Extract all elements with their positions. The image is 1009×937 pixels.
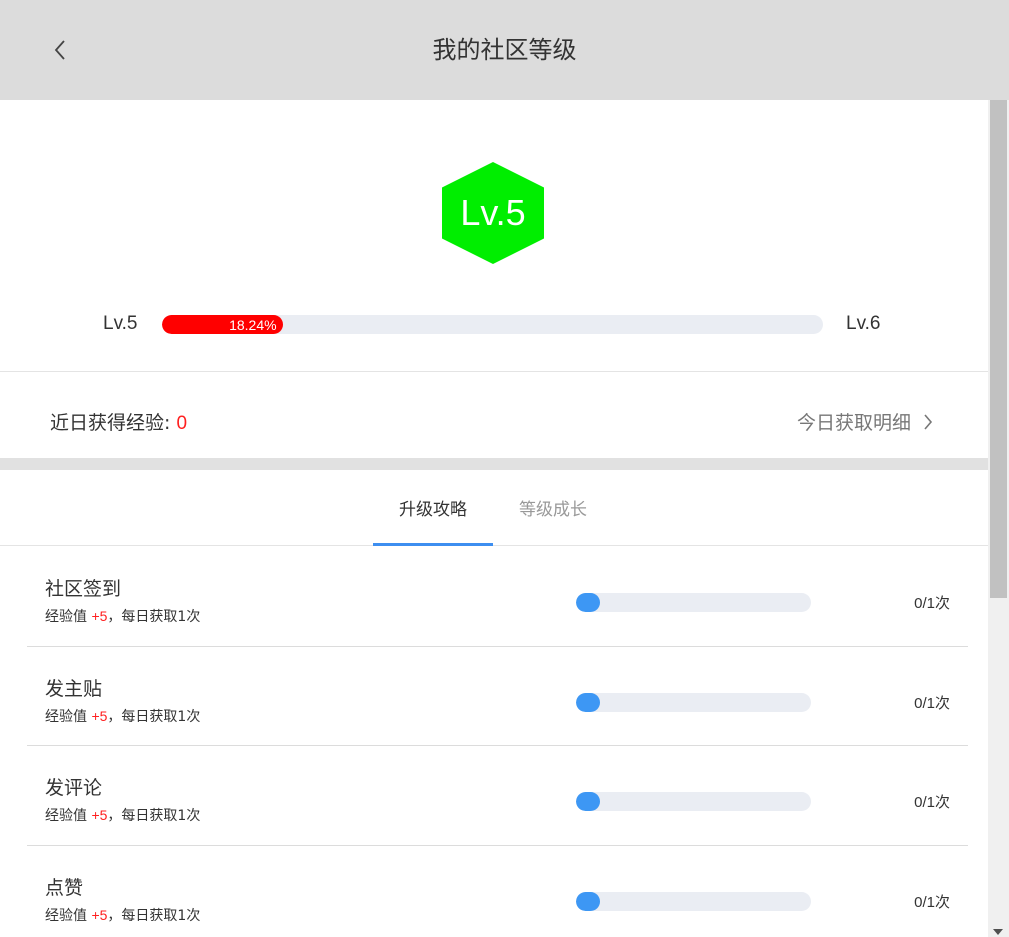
task-name: 发主贴: [45, 677, 103, 700]
task-desc: 经验值 +5，每日获取1次: [45, 805, 200, 826]
page-title: 我的社区等级: [432, 36, 577, 64]
task-row: 发主贴 经验值 +5，每日获取1次 0/1次: [27, 647, 968, 746]
recent-exp: 近日获得经验: 0: [50, 408, 187, 435]
task-desc-prefix: 经验值: [45, 808, 92, 824]
task-count: 0/1次: [914, 794, 950, 811]
current-level-label: Lv.5: [103, 313, 138, 334]
level-badge-text: Lv.5: [460, 192, 526, 233]
next-level-label: Lv.6: [846, 313, 881, 334]
today-detail-link[interactable]: 今日获取明细: [797, 408, 933, 435]
main-content: Lv.5 Lv.5 18.24% Lv.6 近日获得经验: 0 今日获取明细 升…: [0, 100, 988, 937]
today-detail-label: 今日获取明细: [796, 412, 911, 434]
task-desc-suffix: ，每日获取1次: [107, 708, 201, 725]
active-tab-indicator: [373, 543, 493, 546]
header: 我的社区等级: [0, 0, 1009, 100]
level-badge: Lv.5: [442, 162, 544, 264]
vertical-scrollbar[interactable]: [988, 100, 1009, 937]
task-progress-bar: [576, 692, 811, 712]
task-count: 0/1次: [914, 694, 950, 712]
task-desc: 经验值 +5，每日获取1次: [45, 606, 200, 627]
task-name: 点赞: [45, 876, 84, 899]
section-separator: [0, 458, 988, 470]
level-progress-fill: 18.24%: [162, 315, 283, 334]
tab-bar: 升级攻略 等级成长: [0, 470, 988, 546]
task-desc-suffix: ，每日获取1次: [107, 609, 201, 625]
task-progress-bar: [576, 593, 811, 612]
task-desc: 经验值 +5，每日获取1次: [45, 706, 200, 727]
task-desc-prefix: 经验值: [45, 708, 92, 725]
task-row: 点赞 经验值 +5，每日获取1次 0/1次: [27, 846, 968, 937]
task-desc-prefix: 经验值: [45, 609, 92, 625]
recent-exp-label: 近日获得经验:: [50, 412, 177, 434]
task-count: 0/1次: [914, 893, 950, 911]
chevron-right-icon: [924, 413, 933, 430]
task-desc-suffix: ，每日获取1次: [107, 907, 201, 924]
task-desc-prefix: 经验值: [45, 907, 92, 924]
divider: [0, 371, 988, 372]
task-desc-suffix: ，每日获取1次: [107, 808, 201, 824]
task-exp-plus: +5: [91, 807, 108, 823]
task-name: 发评论: [45, 777, 103, 799]
tab-upgrade-guide[interactable]: 升级攻略: [373, 470, 493, 545]
task-progress-bar: [576, 891, 811, 911]
level-progress-text: 18.24%: [229, 316, 277, 333]
task-progress-fill: [576, 792, 600, 811]
tab-level-growth[interactable]: 等级成长: [493, 470, 613, 545]
task-row: 发评论 经验值 +5，每日获取1次 0/1次: [27, 746, 968, 846]
task-progress-fill: [576, 891, 600, 911]
scrollbar-thumb[interactable]: [990, 100, 1007, 598]
task-exp-plus: +5: [91, 906, 108, 923]
task-count: 0/1次: [914, 595, 950, 612]
recent-exp-value: 0: [176, 413, 188, 434]
task-exp-plus: +5: [91, 608, 108, 624]
task-progress-bar: [576, 792, 811, 811]
task-name: 社区签到: [45, 578, 122, 600]
task-list: 社区签到 经验值 +5，每日获取1次 0/1次 发主贴 经验值 +5，每日获取1…: [27, 547, 968, 937]
task-progress-fill: [576, 692, 600, 712]
scroll-down-arrow-icon[interactable]: [993, 929, 1003, 935]
task-exp-plus: +5: [91, 707, 108, 724]
task-progress-fill: [576, 593, 600, 612]
task-row: 社区签到 经验值 +5，每日获取1次 0/1次: [27, 547, 968, 647]
level-progress-bar: 18.24%: [162, 315, 823, 334]
task-desc: 经验值 +5，每日获取1次: [45, 905, 200, 926]
